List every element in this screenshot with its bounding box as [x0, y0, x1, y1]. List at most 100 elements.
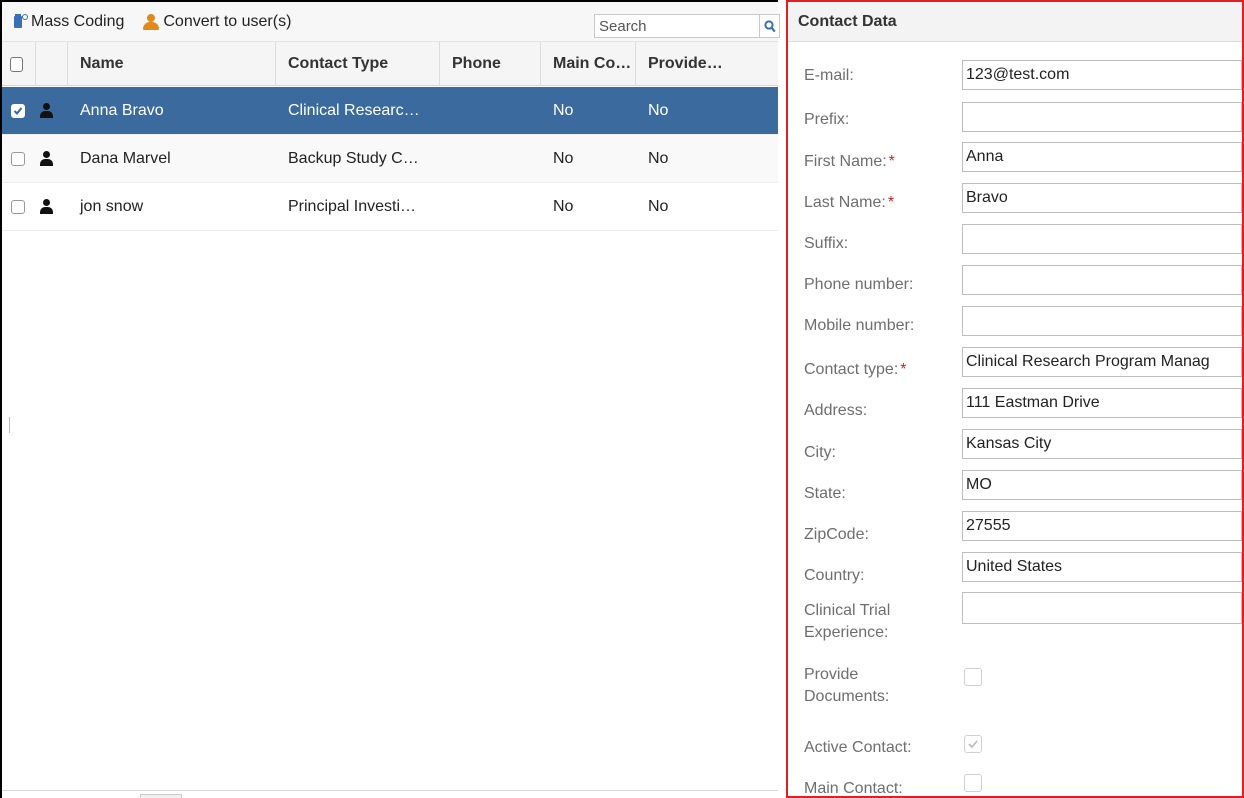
cell-main-contact: No [553, 197, 574, 215]
last-name-label: Last Name: * [804, 192, 894, 214]
cell-contact-type: Principal Investi… [288, 197, 417, 215]
prefix-label: Prefix: [804, 111, 850, 128]
cell-contact-type: Clinical Researc… [288, 101, 420, 119]
mass-coding-label: Mass Coding [31, 12, 125, 30]
contacts-list-panel: Mass Coding Convert to user(s) Name Cont… [0, 0, 780, 798]
row-checkbox[interactable] [11, 151, 25, 166]
city-label: City: [804, 444, 836, 461]
cell-phone [440, 87, 541, 135]
address-field[interactable] [962, 388, 1242, 418]
last-name-label-text: Last Name: [804, 194, 886, 211]
mass-coding-icon [14, 13, 28, 30]
cell-provide: No [648, 197, 669, 215]
provide-documents-checkbox[interactable] [964, 668, 982, 686]
provide-documents-label-line1: Provide [804, 666, 859, 683]
person-icon [39, 151, 53, 166]
active-contact-label: Active Contact: [804, 739, 912, 756]
select-all-checkbox[interactable] [10, 56, 23, 72]
column-header-name[interactable]: Name [68, 42, 276, 86]
zipcode-field[interactable] [962, 511, 1242, 541]
contact-type-label: Contact type: * [804, 359, 907, 381]
checkmark-icon [13, 106, 23, 115]
trial-experience-field[interactable] [962, 592, 1242, 624]
column-header-phone[interactable]: Phone [440, 42, 541, 86]
first-name-field[interactable] [962, 142, 1242, 172]
grid-body: Anna Bravo Clinical Researc… No No Dana … [2, 87, 778, 231]
phone-label: Phone number: [804, 276, 914, 293]
phone-field[interactable] [962, 265, 1242, 295]
address-label: Address: [804, 402, 868, 419]
search-button[interactable] [760, 14, 780, 38]
table-row[interactable]: Dana Marvel Backup Study C… No No [2, 135, 778, 183]
select-all-cell [2, 42, 36, 86]
contact-type-label-text: Contact type: [804, 361, 899, 378]
country-field[interactable] [962, 552, 1242, 582]
column-header-main-contact[interactable]: Main Co… [541, 42, 636, 86]
mobile-label: Mobile number: [804, 317, 915, 334]
active-contact-checkbox[interactable] [964, 735, 982, 753]
country-label: Country: [804, 567, 865, 584]
row-checkbox-cell [2, 135, 36, 183]
icon-column-header [36, 42, 68, 86]
convert-to-users-button[interactable]: Convert to user(s) [138, 8, 295, 36]
trial-experience-label-line2: Experience: [804, 624, 889, 641]
suffix-label: Suffix: [804, 235, 849, 252]
grid-header: Name Contact Type Phone Main Co… Provide… [2, 42, 778, 86]
contact-type-field[interactable] [962, 347, 1242, 377]
required-mark: * [888, 153, 895, 170]
row-checkbox[interactable] [11, 199, 25, 214]
city-field[interactable] [962, 429, 1242, 459]
cell-provide: No [648, 149, 669, 167]
collapse-handle[interactable] [9, 417, 12, 433]
search-input[interactable] [594, 14, 760, 38]
cell-main-contact: No [553, 101, 574, 119]
cell-name: Anna Bravo [80, 101, 164, 119]
row-checkbox-cell [2, 183, 36, 231]
cell-provide: No [648, 101, 669, 119]
user-icon [142, 13, 160, 31]
trial-experience-label-line1: Clinical Trial [804, 602, 891, 619]
contact-data-panel: Contact Data E-mail: Prefix: First Name:… [786, 0, 1244, 798]
table-row[interactable]: Anna Bravo Clinical Researc… No No [2, 87, 778, 135]
person-icon [39, 103, 53, 118]
trial-experience-label: Clinical Trial Experience: [804, 600, 890, 644]
convert-to-users-label: Convert to user(s) [163, 12, 292, 30]
cell-contact-type: Backup Study C… [288, 149, 419, 167]
state-field[interactable] [962, 470, 1242, 500]
main-contact-checkbox[interactable] [964, 774, 982, 792]
panel-title: Contact Data [788, 2, 1242, 42]
cell-name: Dana Marvel [80, 149, 171, 167]
contact-icon-cell [36, 87, 68, 135]
checkmark-icon [968, 740, 978, 749]
person-icon [39, 199, 53, 214]
row-checkbox-cell [2, 87, 36, 135]
mobile-field[interactable] [962, 306, 1242, 336]
provide-documents-label: Provide Documents: [804, 664, 889, 708]
search-box [594, 14, 784, 38]
main-contact-label: Main Contact: [804, 780, 903, 797]
cell-main-contact: No [553, 149, 574, 167]
first-name-label: First Name: * [804, 151, 895, 173]
suffix-field[interactable] [962, 224, 1242, 254]
contact-icon-cell [36, 135, 68, 183]
first-name-label-text: First Name: [804, 153, 887, 170]
email-field[interactable] [962, 60, 1242, 90]
cell-phone [440, 135, 541, 183]
last-name-field[interactable] [962, 183, 1242, 213]
table-row[interactable]: jon snow Principal Investi… No No [2, 183, 778, 231]
state-label: State: [804, 485, 846, 502]
column-header-contact-type[interactable]: Contact Type [276, 42, 440, 86]
page-control[interactable] [140, 794, 182, 798]
cell-name: jon snow [80, 197, 144, 215]
column-header-provide[interactable]: Provide… [636, 42, 761, 86]
row-checkbox[interactable] [11, 103, 25, 118]
contact-icon-cell [36, 183, 68, 231]
zipcode-label: ZipCode: [804, 526, 869, 543]
email-label: E-mail: [804, 67, 854, 84]
mass-coding-button[interactable]: Mass Coding [10, 8, 128, 36]
provide-documents-label-line2: Documents: [804, 688, 890, 705]
cell-phone [440, 183, 541, 231]
prefix-field[interactable] [962, 102, 1242, 132]
pagination-bar [2, 790, 778, 798]
search-icon [763, 19, 776, 32]
